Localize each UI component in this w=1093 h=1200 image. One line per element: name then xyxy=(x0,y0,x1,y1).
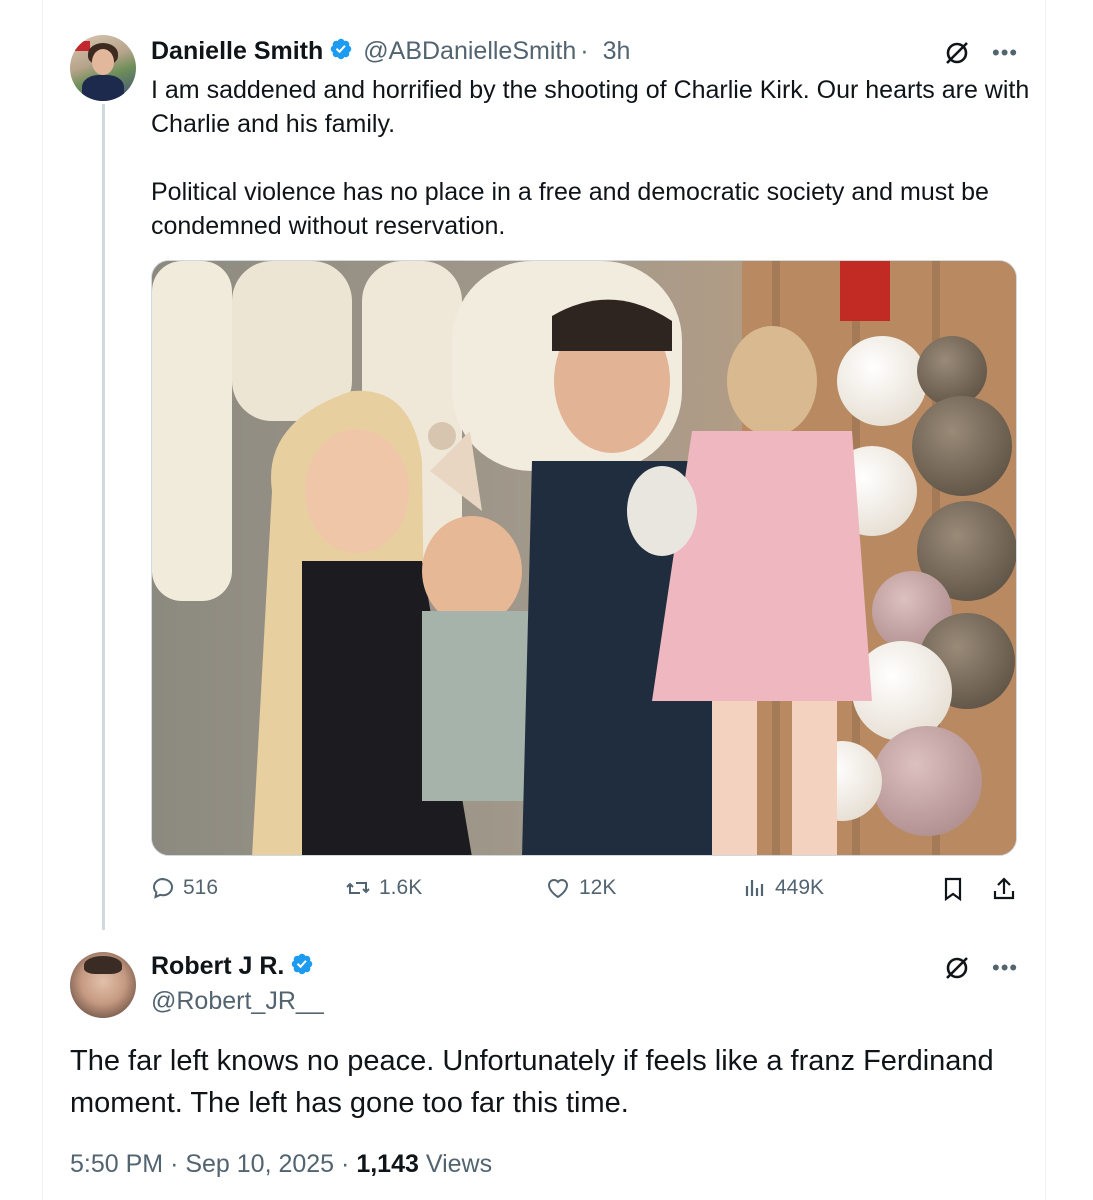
post-top-actions: ••• xyxy=(944,40,1018,66)
like-button[interactable]: 12K xyxy=(545,876,616,900)
bookmark-icon xyxy=(944,877,962,902)
author-avatar[interactable] xyxy=(70,35,136,101)
timestamp-date[interactable]: Sep 10, 2025 xyxy=(185,1150,334,1178)
post-action-bar: 516 1.6K 12K 449K xyxy=(151,876,1021,916)
thread-connector-line xyxy=(102,104,105,930)
verified-badge-icon xyxy=(290,952,314,981)
share-icon xyxy=(993,877,1015,900)
author-handle[interactable]: @ABDanielleSmith xyxy=(363,37,576,66)
post-photo[interactable] xyxy=(151,260,1017,856)
reply-author-name[interactable]: Robert J R. xyxy=(151,952,284,981)
analytics-icon xyxy=(745,880,764,896)
more-options-icon[interactable]: ••• xyxy=(992,957,1018,979)
reply-header: Robert J R. xyxy=(151,952,314,981)
bookmark-button[interactable] xyxy=(941,876,973,902)
repost-button[interactable]: 1.6K xyxy=(345,876,422,900)
separator-dot: · xyxy=(341,1150,350,1178)
post-header: Danielle Smith @ABDanielleSmith · 3h xyxy=(151,37,630,66)
reply-views-count: 1,143 xyxy=(356,1150,419,1178)
post-time[interactable]: 3h xyxy=(603,37,631,66)
reply-author-avatar[interactable] xyxy=(70,952,136,1018)
separator-dot: · xyxy=(580,37,589,65)
reply-text: The far left knows no peace. Unfortunate… xyxy=(70,1045,994,1119)
repost-count: 1.6K xyxy=(379,876,423,899)
timestamp-time[interactable]: 5:50 PM xyxy=(70,1150,163,1178)
grok-icon[interactable] xyxy=(944,955,970,981)
views-count: 449K xyxy=(775,876,825,899)
author-name[interactable]: Danielle Smith xyxy=(151,37,323,66)
post-text-paragraph-1: I am saddened and horrified by the shoot… xyxy=(151,76,1030,138)
post-text-paragraph-2: Political violence has no place in a fre… xyxy=(151,178,989,240)
reply-count: 516 xyxy=(183,876,219,899)
like-count: 12K xyxy=(579,876,617,899)
reply-timestamp: 5:50 PM · Sep 10, 2025 · 1,143 Views xyxy=(70,1150,492,1179)
share-button[interactable] xyxy=(991,876,1025,902)
reply-views-label: Views xyxy=(425,1150,493,1178)
family-photo-image xyxy=(152,261,1016,855)
more-options-icon[interactable]: ••• xyxy=(992,42,1018,64)
separator-dot: · xyxy=(170,1150,179,1178)
reply-icon xyxy=(152,877,174,899)
reply-top-actions: ••• xyxy=(944,955,1018,981)
reply-author-handle[interactable]: @Robert_JR__ xyxy=(151,987,324,1016)
repost-icon xyxy=(346,882,370,894)
views-button[interactable]: 449K xyxy=(743,876,824,900)
grok-icon[interactable] xyxy=(944,40,970,66)
heart-icon xyxy=(547,879,569,899)
post-text: I am saddened and horrified by the shoot… xyxy=(151,73,1031,243)
verified-badge-icon xyxy=(329,37,353,66)
reply-button[interactable]: 516 xyxy=(151,876,218,900)
